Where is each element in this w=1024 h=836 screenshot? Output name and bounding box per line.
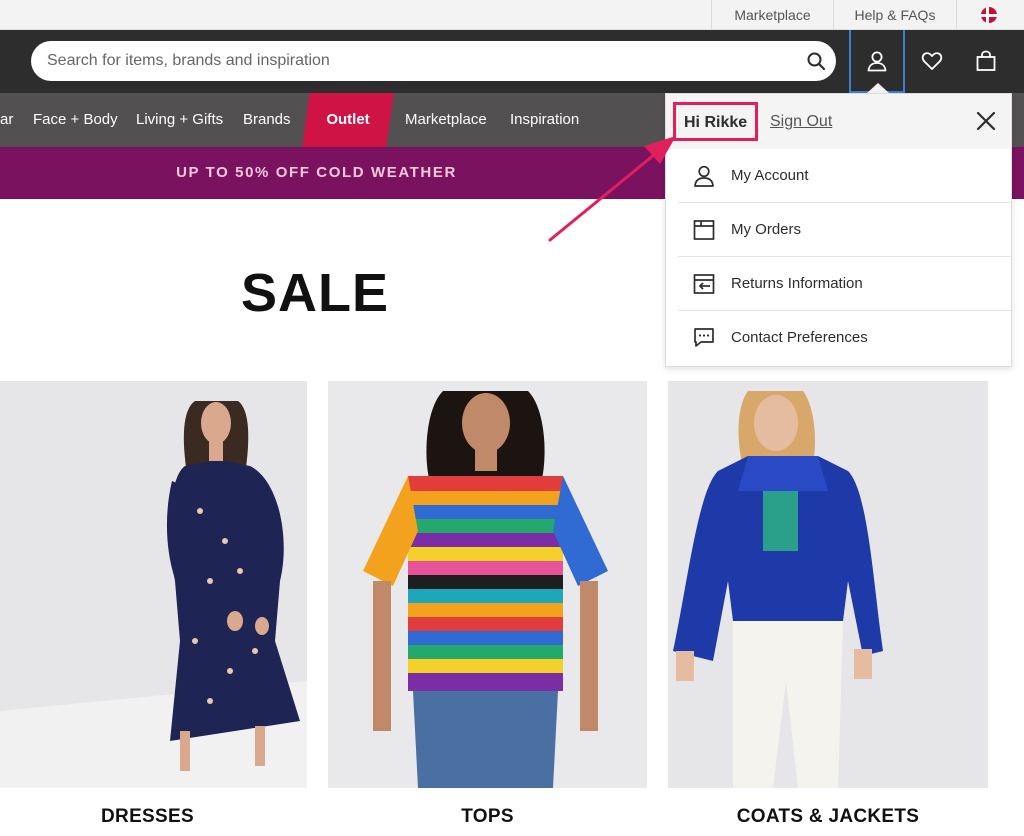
- nav-item-inspiration[interactable]: Inspiration: [510, 93, 579, 147]
- category-tile-tops[interactable]: [328, 381, 647, 788]
- saved-items-button[interactable]: [904, 30, 960, 93]
- menu-item-my-orders[interactable]: My Orders: [678, 203, 1011, 257]
- menu-item-label: Returns Information: [731, 275, 863, 292]
- category-label-dresses[interactable]: DRESSES: [0, 803, 295, 831]
- bag-button[interactable]: [958, 30, 1014, 93]
- promo-text: UP TO 50% OFF COLD WEATHER: [176, 164, 457, 181]
- nav-item-brands[interactable]: Brands: [243, 93, 291, 147]
- category-label-coats-jackets[interactable]: COATS & JACKETS: [668, 803, 988, 831]
- account-dropdown: Hi Rikke Sign Out My Account My Orders R…: [665, 93, 1012, 367]
- menu-item-returns-information[interactable]: Returns Information: [678, 257, 1011, 311]
- utility-link-help[interactable]: Help & FAQs: [833, 0, 956, 30]
- utility-link-marketplace[interactable]: Marketplace: [711, 0, 833, 30]
- category-label-tops[interactable]: TOPS: [328, 803, 647, 831]
- returns-icon: [693, 274, 715, 294]
- user-icon: [867, 51, 887, 72]
- country-selector[interactable]: [956, 0, 1024, 30]
- dress-model-image: [0, 381, 307, 788]
- search-input[interactable]: [47, 41, 787, 81]
- nav-item-face-body[interactable]: Face + Body: [33, 93, 118, 147]
- category-tile-dresses[interactable]: [0, 381, 307, 788]
- package-icon: [693, 220, 715, 240]
- denmark-flag-icon: [981, 7, 997, 23]
- search-bar: [31, 41, 836, 81]
- user-icon: [694, 165, 714, 187]
- chat-icon: [694, 328, 714, 347]
- sign-out-link[interactable]: Sign Out: [770, 94, 832, 149]
- menu-item-my-account[interactable]: My Account: [678, 149, 1011, 203]
- menu-item-label: Contact Preferences: [731, 329, 868, 346]
- menu-item-label: My Orders: [731, 221, 802, 238]
- nav-item-partial[interactable]: ar: [0, 93, 13, 147]
- coat-model-image: [668, 381, 988, 788]
- nav-item-living-gifts[interactable]: Living + Gifts: [136, 93, 223, 147]
- user-greeting: Hi Rikke: [673, 102, 759, 141]
- page-title: SALE: [240, 263, 390, 323]
- menu-item-contact-preferences[interactable]: Contact Preferences: [678, 311, 1011, 365]
- utility-bar: Marketplace Help & FAQs: [0, 0, 1024, 30]
- account-dropdown-header: Hi Rikke Sign Out: [666, 94, 1011, 149]
- nav-item-outlet[interactable]: Outlet: [306, 93, 390, 147]
- tops-model-image: [328, 381, 647, 788]
- nav-item-marketplace[interactable]: Marketplace: [405, 93, 487, 147]
- category-tile-coats-jackets[interactable]: [668, 381, 988, 788]
- bag-icon: [976, 50, 996, 71]
- search-icon[interactable]: [806, 51, 826, 71]
- menu-item-label: My Account: [731, 167, 809, 184]
- heart-icon: [921, 52, 943, 70]
- dropdown-caret: [867, 83, 889, 93]
- close-icon[interactable]: [975, 110, 997, 132]
